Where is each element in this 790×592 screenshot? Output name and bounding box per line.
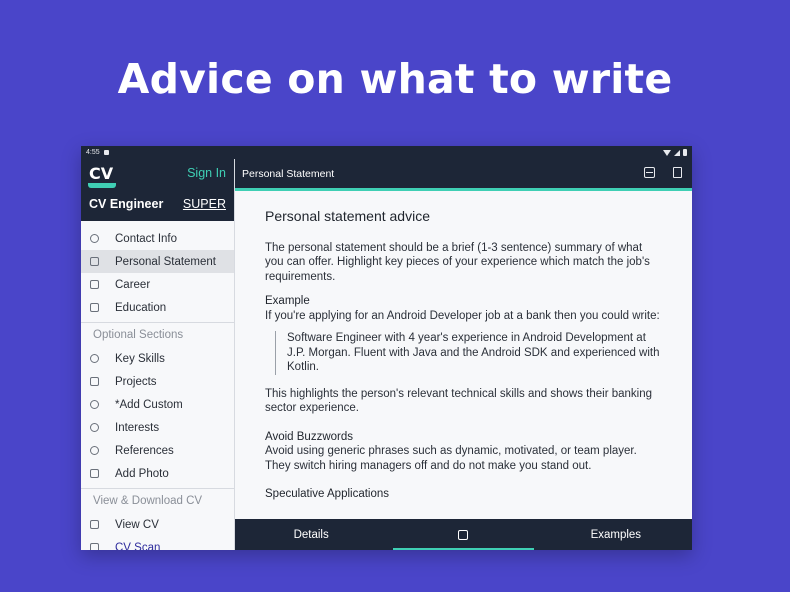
sidebar-item-personal-statement[interactable]: Personal Statement bbox=[81, 250, 234, 273]
notification-icon bbox=[103, 150, 109, 155]
sidebar-item-label: Career bbox=[115, 278, 151, 291]
book-icon bbox=[90, 303, 99, 312]
buzzwords-title: Avoid Buzzwords bbox=[265, 430, 353, 443]
sidebar-header: CV Sign In CV Engineer SUPER bbox=[81, 159, 234, 221]
optional-sections: Key Skills Projects *Add Custom Interest… bbox=[81, 347, 234, 485]
sidebar-item-interests[interactable]: Interests bbox=[81, 416, 234, 439]
plus-circle-icon bbox=[90, 400, 99, 409]
sidebar-item-label: Interests bbox=[115, 421, 160, 434]
heart-icon bbox=[90, 423, 99, 432]
sidebar-item-education[interactable]: Education bbox=[81, 296, 234, 319]
sidebar-item-references[interactable]: References bbox=[81, 439, 234, 462]
key-icon bbox=[90, 354, 99, 363]
headline: Advice on what to write bbox=[117, 55, 673, 103]
sidebar: CV Sign In CV Engineer SUPER Contact Inf… bbox=[81, 159, 235, 550]
view-download-heading: View & Download CV bbox=[81, 488, 234, 513]
phone-icon bbox=[90, 234, 99, 243]
tab-label: Details bbox=[293, 528, 329, 541]
top-bar: Personal Statement bbox=[235, 159, 692, 188]
sidebar-item-career[interactable]: Career bbox=[81, 273, 234, 296]
sidebar-item-label: References bbox=[115, 444, 174, 457]
people-icon bbox=[90, 446, 99, 455]
sidebar-item-label: Personal Statement bbox=[115, 255, 217, 268]
status-time: 4:55 bbox=[86, 149, 100, 156]
speculative-title: Speculative Applications bbox=[265, 488, 390, 500]
app-logo: CV bbox=[89, 164, 114, 183]
view-sections: View CV CV Scan bbox=[81, 513, 234, 550]
intro-text: The personal statement should be a brief… bbox=[265, 241, 650, 283]
sidebar-item-label: *Add Custom bbox=[115, 398, 183, 411]
signal-icon bbox=[674, 149, 680, 156]
sidebar-item-label: CV Scan bbox=[115, 541, 161, 551]
sidebar-item-label: Contact Info bbox=[115, 232, 178, 245]
status-bar: 4:55 bbox=[81, 146, 692, 159]
page-title: Personal Statement bbox=[242, 167, 335, 180]
sidebar-item-key-skills[interactable]: Key Skills bbox=[81, 347, 234, 370]
example-title: Example bbox=[265, 295, 310, 307]
clipboard-icon bbox=[90, 377, 99, 386]
document-icon[interactable] bbox=[673, 167, 682, 178]
battery-icon bbox=[683, 149, 687, 156]
tab-examples[interactable]: Examples bbox=[540, 519, 692, 550]
advice-content: Personal statement advice The personal s… bbox=[235, 191, 692, 519]
advice-icon bbox=[458, 529, 469, 540]
app-name: CV Engineer bbox=[89, 197, 164, 211]
buzzwords-text: Avoid using generic phrases such as dyna… bbox=[265, 445, 637, 472]
sidebar-item-view-cv[interactable]: View CV bbox=[81, 513, 234, 536]
sidebar-item-add-photo[interactable]: Add Photo bbox=[81, 462, 234, 485]
wifi-icon bbox=[663, 149, 671, 156]
tab-details[interactable]: Details bbox=[235, 519, 387, 550]
tab-label: Examples bbox=[590, 528, 642, 541]
logo-underline bbox=[88, 183, 116, 188]
sidebar-item-label: Add Photo bbox=[115, 467, 169, 480]
example-text: If you're applying for an Android Develo… bbox=[265, 309, 660, 322]
scan-icon bbox=[90, 543, 99, 550]
scan-icon[interactable] bbox=[644, 167, 655, 178]
app-window: 4:55 CV Sign In CV Engineer SUPER Contac… bbox=[81, 146, 692, 550]
sidebar-item-label: Education bbox=[115, 301, 167, 314]
briefcase-icon bbox=[90, 280, 99, 289]
sidebar-item-label: View CV bbox=[115, 518, 159, 531]
optional-sections-heading: Optional Sections bbox=[81, 322, 234, 347]
main-sections: Contact Info Personal Statement Career E… bbox=[81, 221, 234, 319]
sidebar-item-label: Key Skills bbox=[115, 352, 165, 365]
sidebar-item-cv-scan[interactable]: CV Scan bbox=[81, 536, 234, 550]
super-link[interactable]: SUPER bbox=[183, 197, 226, 211]
tab-advice[interactable] bbox=[387, 519, 539, 550]
advice-heading: Personal statement advice bbox=[265, 208, 430, 224]
photo-icon bbox=[90, 469, 99, 478]
sidebar-item-projects[interactable]: Projects bbox=[81, 370, 234, 393]
person-card-icon bbox=[90, 257, 99, 266]
document-icon bbox=[90, 520, 99, 529]
bottom-nav: Details Examples bbox=[235, 519, 692, 550]
sidebar-item-contact-info[interactable]: Contact Info bbox=[81, 227, 234, 250]
highlight-text: This highlights the person's relevant te… bbox=[265, 387, 653, 415]
main-panel: Personal Statement Personal statement ad… bbox=[235, 159, 692, 550]
example-quote: Software Engineer with 4 year's experien… bbox=[275, 331, 662, 375]
sidebar-item-label: Projects bbox=[115, 375, 157, 388]
sign-in-link[interactable]: Sign In bbox=[187, 166, 226, 180]
sidebar-item-add-custom[interactable]: *Add Custom bbox=[81, 393, 234, 416]
